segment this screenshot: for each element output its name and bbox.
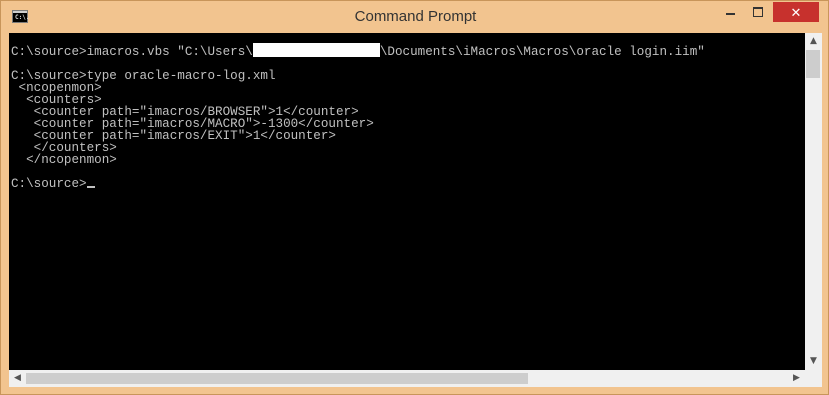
scroll-left-icon[interactable]: ◀	[9, 370, 26, 387]
maximize-button[interactable]	[744, 2, 773, 22]
scroll-right-icon[interactable]: ▶	[788, 370, 805, 387]
vertical-scroll-thumb[interactable]	[806, 50, 820, 78]
scroll-up-icon[interactable]: ▲	[805, 33, 822, 50]
console-line: </ncopenmon>	[11, 153, 117, 167]
console-line: \Documents\iMacros\Macros\oracle login.i…	[379, 45, 705, 59]
minimize-button[interactable]	[716, 2, 745, 22]
horizontal-scrollbar[interactable]: ◀ ▶	[9, 370, 805, 387]
close-button[interactable]: ✕	[773, 2, 819, 22]
text-cursor	[86, 186, 95, 188]
console-line: C:\source>imacros.vbs "C:\Users\	[11, 45, 253, 59]
scroll-down-icon[interactable]: ▼	[805, 353, 822, 370]
console-output[interactable]: C:\source>imacros.vbs "C:\Users\ \Documen…	[9, 33, 805, 370]
title-bar[interactable]: C:\. Command Prompt ✕	[1, 1, 828, 33]
window-title: Command Prompt	[354, 8, 477, 25]
horizontal-scroll-thumb[interactable]	[26, 373, 528, 384]
vertical-scrollbar[interactable]: ▲ ▼	[805, 33, 822, 370]
close-icon: ✕	[790, 6, 802, 21]
console-prompt: C:\source>	[11, 177, 87, 191]
scrollbar-corner	[805, 370, 822, 387]
command-prompt-window: C:\. Command Prompt ✕ C:\source>imacros.…	[0, 0, 829, 395]
redacted-username	[252, 43, 380, 57]
